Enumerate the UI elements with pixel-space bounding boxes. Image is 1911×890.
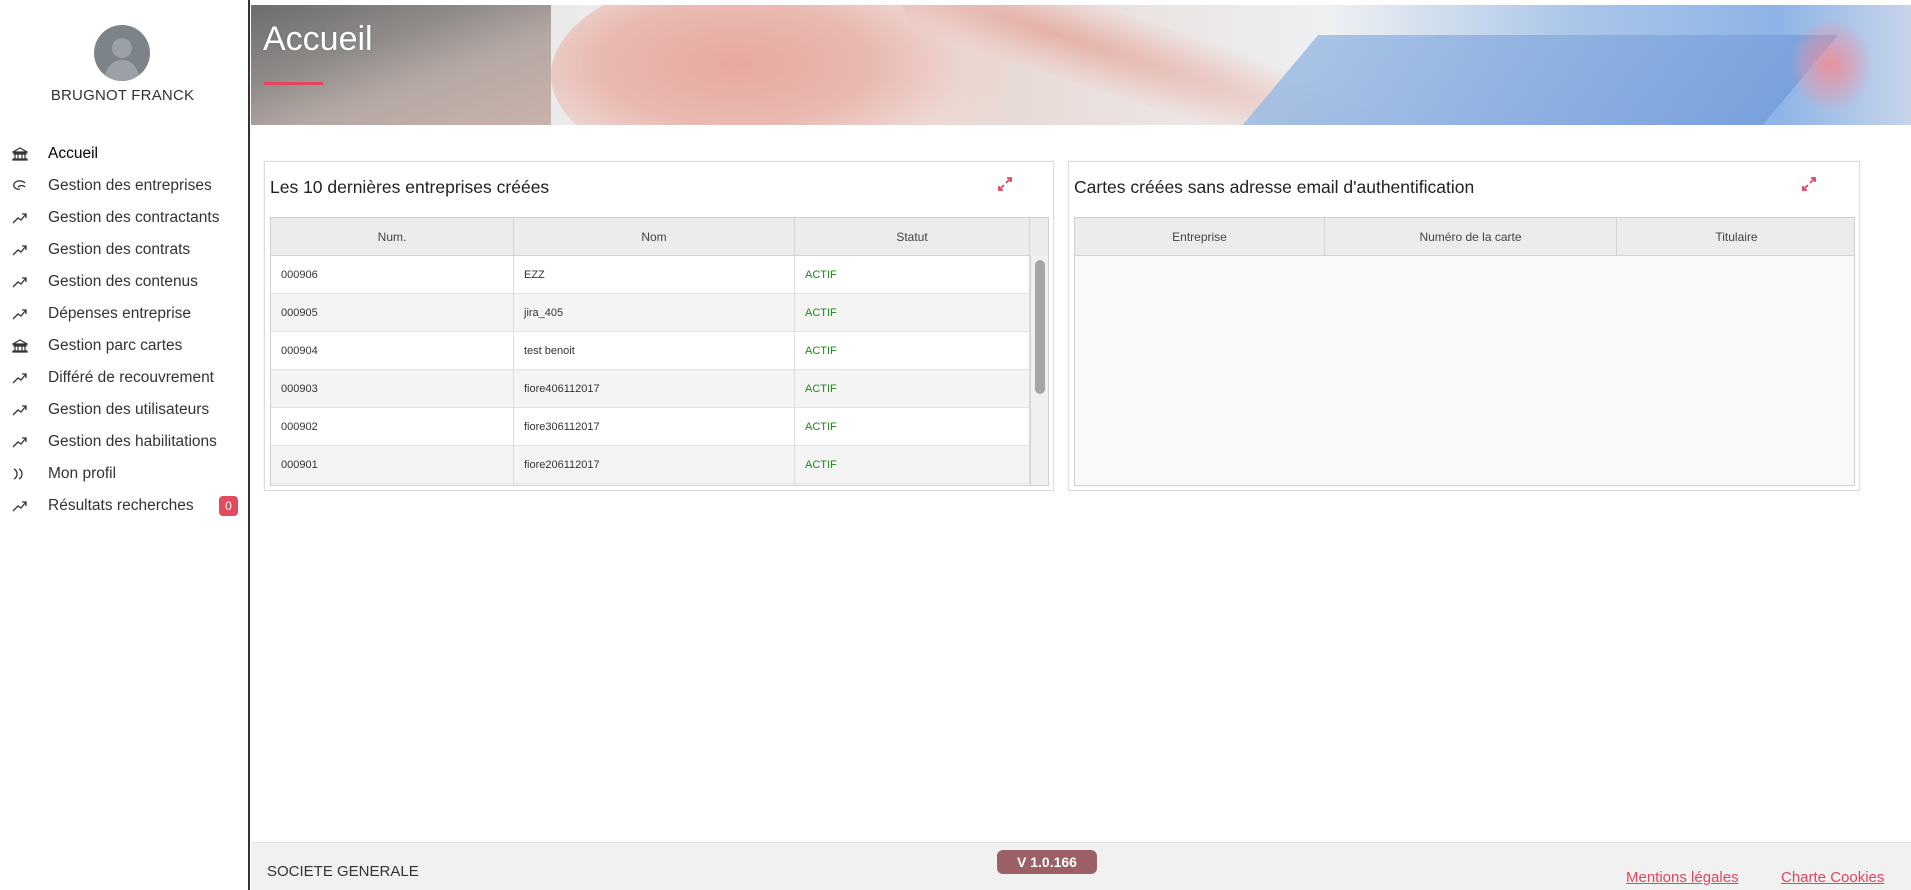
panel-title: Cartes créées sans adresse email d'authe… bbox=[1074, 177, 1475, 197]
cookie-policy-link[interactable]: Charte Cookies bbox=[1781, 869, 1884, 886]
table-body: 000906 EZZ ACTIF 000905 jira_405 ACTIF 0… bbox=[271, 256, 1030, 484]
swirl-icon bbox=[13, 180, 26, 190]
sidebar-item-label: Différé de recouvrement bbox=[48, 369, 214, 386]
footer-company: SOCIETE GENERALE bbox=[267, 863, 419, 880]
sidebar-item-label: Résultats recherches bbox=[48, 497, 194, 514]
header-banner bbox=[251, 5, 1911, 125]
cell-num: 000904 bbox=[271, 332, 514, 370]
sidebar-item-label: Gestion des contractants bbox=[48, 209, 220, 226]
trend-icon bbox=[12, 405, 27, 416]
banner-image-tablet bbox=[1183, 35, 1839, 125]
sidebar-item-utilisateurs[interactable]: Gestion des utilisateurs bbox=[0, 394, 248, 426]
column-header-entreprise[interactable]: Entreprise bbox=[1075, 218, 1325, 256]
sidebar-item-depenses[interactable]: Dépenses entreprise bbox=[0, 298, 248, 330]
column-header-titulaire[interactable]: Titulaire bbox=[1617, 218, 1854, 256]
page-title: Accueil bbox=[263, 20, 373, 58]
sidebar-item-label: Gestion des habilitations bbox=[48, 433, 217, 450]
sidebar: BRUGNOT FRANCK Accueil Gestion des entre… bbox=[0, 0, 250, 890]
trend-icon bbox=[12, 373, 27, 384]
cell-num: 000901 bbox=[271, 446, 514, 484]
trend-icon bbox=[12, 437, 27, 448]
cell-nom: EZZ bbox=[514, 256, 795, 294]
cards-without-email-panel: Cartes créées sans adresse email d'authe… bbox=[1068, 161, 1860, 491]
cell-num: 000903 bbox=[271, 370, 514, 408]
column-header-statut[interactable]: Statut bbox=[795, 218, 1030, 256]
table-row[interactable]: 000906 EZZ ACTIF bbox=[271, 256, 1030, 294]
user-name: BRUGNOT FRANCK bbox=[50, 87, 195, 104]
cell-statut: ACTIF bbox=[795, 370, 1030, 408]
table-header: Entreprise Numéro de la carte Titulaire bbox=[1075, 218, 1854, 256]
trend-icon bbox=[12, 501, 27, 512]
sidebar-item-label: Mon profil bbox=[48, 465, 117, 482]
cell-statut: ACTIF bbox=[795, 446, 1030, 484]
cell-num: 000902 bbox=[271, 408, 514, 446]
sidebar-item-resultats[interactable]: Résultats recherches 0 bbox=[0, 490, 248, 522]
table-row[interactable]: 000904 test benoit ACTIF bbox=[271, 332, 1030, 370]
bank-icon bbox=[12, 339, 28, 353]
avatar[interactable] bbox=[94, 25, 150, 81]
sidebar-item-label: Gestion des utilisateurs bbox=[48, 401, 210, 418]
table-header: Num. Nom Statut bbox=[271, 218, 1030, 256]
table-row[interactable]: 000901 fiore206112017 ACTIF bbox=[271, 446, 1030, 484]
column-header-num[interactable]: Num. bbox=[271, 218, 514, 256]
version-badge: V 1.0.166 bbox=[997, 850, 1097, 874]
sidebar-item-accueil[interactable]: Accueil bbox=[0, 138, 248, 170]
cell-num: 000905 bbox=[271, 294, 514, 332]
cell-nom: fiore406112017 bbox=[514, 370, 795, 408]
double-chevron-icon bbox=[13, 468, 23, 480]
sidebar-item-differe[interactable]: Différé de recouvrement bbox=[0, 362, 248, 394]
bank-icon bbox=[12, 147, 28, 161]
sidebar-item-habilitations[interactable]: Gestion des habilitations bbox=[0, 426, 248, 458]
cards-without-email-table: Entreprise Numéro de la carte Titulaire bbox=[1074, 217, 1855, 486]
title-underline bbox=[264, 82, 323, 85]
footer: SOCIETE GENERALE V 1.0.166 Mentions léga… bbox=[251, 842, 1911, 890]
recent-companies-table: Num. Nom Statut 000906 EZZ ACTIF 000905 … bbox=[270, 217, 1049, 486]
trend-icon bbox=[12, 213, 27, 224]
cell-num: 000906 bbox=[271, 256, 514, 294]
table-row[interactable]: 000905 jira_405 ACTIF bbox=[271, 294, 1030, 332]
column-header-numero-carte[interactable]: Numéro de la carte bbox=[1325, 218, 1617, 256]
trend-icon bbox=[12, 277, 27, 288]
user-silhouette-icon bbox=[104, 38, 140, 81]
sidebar-item-label: Gestion des contrats bbox=[48, 241, 191, 258]
cell-statut: ACTIF bbox=[795, 294, 1030, 332]
results-count-badge: 0 bbox=[219, 496, 238, 516]
scrollbar-thumb[interactable] bbox=[1035, 260, 1045, 394]
cell-statut: ACTIF bbox=[795, 332, 1030, 370]
table-row[interactable]: 000903 fiore406112017 ACTIF bbox=[271, 370, 1030, 408]
sidebar-item-contrats[interactable]: Gestion des contrats bbox=[0, 234, 248, 266]
recent-companies-panel: Les 10 dernières entreprises créées Num.… bbox=[264, 161, 1054, 491]
trend-icon bbox=[12, 245, 27, 256]
panel-title: Les 10 dernières entreprises créées bbox=[270, 177, 550, 197]
vertical-scrollbar[interactable] bbox=[1030, 256, 1048, 485]
cell-statut: ACTIF bbox=[795, 256, 1030, 294]
scrollbar-header bbox=[1030, 218, 1048, 256]
table-row[interactable]: 000902 fiore306112017 ACTIF bbox=[271, 408, 1030, 446]
sidebar-item-label: Accueil bbox=[48, 145, 98, 162]
sidebar-item-profil[interactable]: Mon profil bbox=[0, 458, 248, 490]
cell-nom: fiore306112017 bbox=[514, 408, 795, 446]
cell-nom: jira_405 bbox=[514, 294, 795, 332]
sidebar-item-contractants[interactable]: Gestion des contractants bbox=[0, 202, 248, 234]
cell-nom: test benoit bbox=[514, 332, 795, 370]
sidebar-item-entreprises[interactable]: Gestion des entreprises bbox=[0, 170, 248, 202]
sidebar-nav: Accueil Gestion des entreprises Gestion … bbox=[0, 138, 248, 522]
sidebar-item-parc-cartes[interactable]: Gestion parc cartes bbox=[0, 330, 248, 362]
banner-image-highlight bbox=[1791, 20, 1871, 110]
column-header-nom[interactable]: Nom bbox=[514, 218, 795, 256]
legal-notice-link[interactable]: Mentions légales bbox=[1626, 869, 1739, 886]
sidebar-item-label: Gestion des entreprises bbox=[48, 177, 212, 194]
trend-icon bbox=[12, 309, 27, 320]
sidebar-item-label: Gestion parc cartes bbox=[48, 337, 183, 354]
expand-icon[interactable] bbox=[1800, 175, 1818, 193]
sidebar-item-contenus[interactable]: Gestion des contenus bbox=[0, 266, 248, 298]
cell-nom: fiore206112017 bbox=[514, 446, 795, 484]
sidebar-item-label: Dépenses entreprise bbox=[48, 305, 192, 322]
cell-statut: ACTIF bbox=[795, 408, 1030, 446]
expand-icon[interactable] bbox=[996, 175, 1014, 193]
sidebar-item-label: Gestion des contenus bbox=[48, 273, 198, 290]
